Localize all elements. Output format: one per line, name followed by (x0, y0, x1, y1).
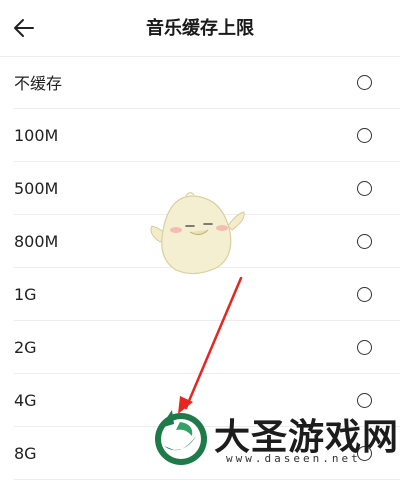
option-row[interactable]: 不缓存 (14, 56, 400, 109)
option-label: 不缓存 (14, 74, 63, 93)
radio-button[interactable] (357, 180, 372, 196)
radio-button[interactable] (357, 233, 372, 249)
option-label: 4G (14, 390, 37, 410)
radio-button[interactable] (357, 127, 372, 143)
option-label: 8G (14, 443, 37, 463)
option-row[interactable]: 1G (14, 268, 400, 321)
option-label: 2G (14, 337, 37, 357)
option-row[interactable]: 800M (14, 215, 400, 268)
radio-button[interactable] (357, 286, 372, 302)
watermark-url: www.daseen.net (226, 452, 361, 465)
option-label: 1G (14, 284, 37, 304)
radio-button[interactable] (357, 74, 372, 90)
back-button[interactable] (8, 12, 40, 44)
radio-button[interactable] (357, 392, 372, 408)
option-row[interactable]: 2G (14, 321, 400, 374)
arrow-left-icon (14, 19, 34, 37)
radio-button[interactable] (357, 339, 372, 355)
page-title: 音乐缓存上限 (146, 18, 254, 39)
option-row[interactable]: 100M (14, 109, 400, 162)
option-label: 800M (14, 231, 59, 251)
option-label: 500M (14, 178, 59, 198)
option-row[interactable]: 500M (14, 162, 400, 215)
top-bar: 音乐缓存上限 (0, 0, 400, 57)
watermark-logo (155, 410, 207, 465)
option-label: 100M (14, 125, 59, 145)
